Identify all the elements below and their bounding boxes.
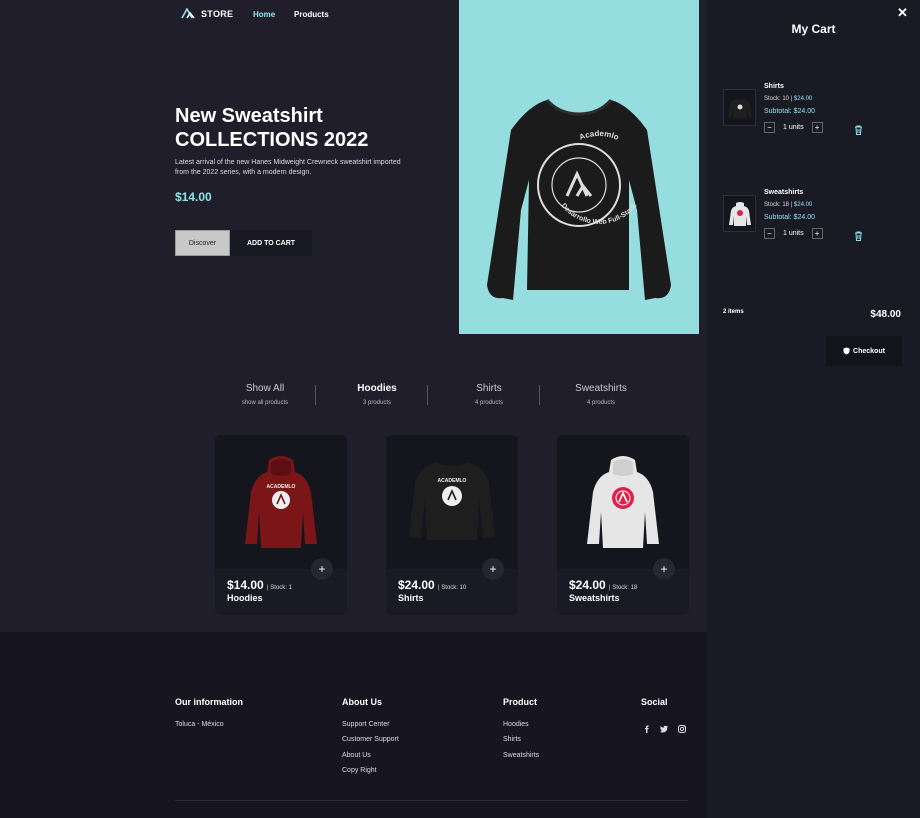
filter-name: Shirts xyxy=(476,383,502,394)
hero-description: Latest arrival of the new Hanes Midweigh… xyxy=(175,159,401,176)
cart-item-stock: Stock: 18 | $24.00 xyxy=(764,202,812,208)
footer-link[interactable]: Copy Right xyxy=(342,767,377,774)
filter-sweatshirts[interactable]: Sweatshirts 4 products xyxy=(545,383,657,406)
quantity-stepper: − 1 units + xyxy=(764,122,823,133)
trash-icon[interactable] xyxy=(854,122,863,135)
nav-home[interactable]: Home xyxy=(253,10,275,19)
cart-item-image xyxy=(723,195,756,232)
cart-total: $48.00 xyxy=(870,309,901,320)
decrement-button[interactable]: − xyxy=(764,228,775,239)
discover-button[interactable]: Discover xyxy=(175,230,230,256)
filter-divider xyxy=(315,385,316,405)
footer: Our information Toluca - México About Us… xyxy=(0,632,707,818)
product-name: Shirts xyxy=(398,593,424,603)
shield-icon xyxy=(843,347,850,355)
product-image: ACADEMLO xyxy=(215,435,347,569)
add-product-button[interactable]: + xyxy=(653,558,675,580)
cart-item-price: $24.00 xyxy=(793,202,813,208)
product-name: Sweatshirts xyxy=(569,593,620,603)
product-price-value: $14.00 xyxy=(227,578,264,592)
filter-name: Hoodies xyxy=(357,383,397,394)
filter-shirts[interactable]: Shirts 4 products xyxy=(433,383,545,406)
product-stock: | Stock: 1 xyxy=(267,585,292,591)
logo-text: STORE xyxy=(201,8,234,19)
hero-title: New Sweatshirt COLLECTIONS 2022 xyxy=(175,104,368,152)
cart-item-subtotal: Subtotal: $24.00 xyxy=(764,214,815,221)
add-product-button[interactable]: + xyxy=(482,558,504,580)
product-price: $24.00 | Stock: 10 xyxy=(398,578,466,592)
filter-divider xyxy=(427,385,428,405)
hero-price: $14.00 xyxy=(175,190,212,204)
cart-item-stock: Stock: 10 | $24.00 xyxy=(764,96,812,102)
increment-button[interactable]: + xyxy=(811,228,823,239)
product-price-value: $24.00 xyxy=(569,578,606,592)
filter-count: 4 products xyxy=(474,400,504,406)
filter-count: 3 products xyxy=(362,400,392,406)
filter-name: Show All xyxy=(245,383,285,394)
footer-location: Toluca - México xyxy=(175,721,224,728)
checkout-button[interactable]: Checkout xyxy=(826,336,902,366)
close-icon[interactable]: ✕ xyxy=(897,5,908,21)
nav-products[interactable]: Products xyxy=(294,10,329,19)
cart-sidebar: ✕ My Cart Shirts Stock: 10 | $24.00 Subt… xyxy=(707,0,920,818)
footer-link[interactable]: Sweatshirts xyxy=(503,752,539,759)
product-price: $14.00 | Stock: 1 xyxy=(227,578,292,592)
product-name: Hoodies xyxy=(227,593,263,603)
facebook-icon[interactable] xyxy=(642,721,652,733)
trash-icon[interactable] xyxy=(854,228,863,241)
product-card-sweatshirts: + $24.00 | Stock: 18 Sweatshirts xyxy=(557,435,689,615)
product-stock: | Stock: 10 xyxy=(438,585,467,591)
cart-item-subtotal: Subtotal: $24.00 xyxy=(764,108,815,115)
checkout-label: Checkout xyxy=(853,347,885,355)
product-stock: | Stock: 18 xyxy=(609,585,638,591)
filter-show-all[interactable]: Show All show all products xyxy=(209,383,321,406)
cart-item-name: Sweatshirts xyxy=(764,189,804,196)
footer-link[interactable]: About Us xyxy=(342,752,371,759)
filter-name: Sweatshirts xyxy=(575,383,627,394)
product-card-hoodies: ACADEMLO + $14.00 | Stock: 1 Hoodies xyxy=(215,435,347,615)
footer-link[interactable]: Support Center xyxy=(342,721,389,728)
add-product-button[interactable]: + xyxy=(311,558,333,580)
cart-item-image xyxy=(723,89,756,126)
footer-link[interactable]: Shirts xyxy=(503,736,521,743)
footer-heading: Our information xyxy=(175,697,243,707)
footer-link[interactable]: Customer Support xyxy=(342,736,399,743)
filter-hoodies[interactable]: Hoodies 3 products xyxy=(321,383,433,406)
quantity-stepper: − 1 units + xyxy=(764,228,823,239)
twitter-icon[interactable] xyxy=(659,721,669,733)
cart-item-stock-value: Stock: 18 | xyxy=(764,202,794,208)
footer-heading: About Us xyxy=(342,697,382,707)
cart-item-count: 2 items xyxy=(723,309,744,315)
product-card-shirts: ACADEMLO + $24.00 | Stock: 10 Shirts xyxy=(386,435,518,615)
instagram-icon[interactable] xyxy=(677,721,687,733)
footer-heading: Social xyxy=(641,697,668,707)
product-print-text: ACADEMLO xyxy=(267,484,296,490)
logo-icon xyxy=(181,8,195,19)
cart-item-units: 1 units xyxy=(783,124,804,131)
hero-title-line2: COLLECTIONS 2022 xyxy=(175,129,369,151)
filter-divider xyxy=(539,385,540,405)
footer-heading: Product xyxy=(503,697,538,707)
product-image: ACADEMLO xyxy=(386,435,518,569)
cart-item-price: $24.00 xyxy=(793,96,813,102)
filter-count: 4 products xyxy=(586,400,616,406)
logo[interactable]: STORE xyxy=(181,8,233,19)
filter-count: show all products xyxy=(241,400,289,406)
cart-item-name: Shirts xyxy=(764,83,784,90)
product-image xyxy=(557,435,689,569)
product-print-text: ACADEMLO xyxy=(438,478,467,484)
hero-image: Academlo Desarrollo Web Full-Stack xyxy=(459,0,699,334)
hero-title-line1: New Sweatshirt xyxy=(175,105,323,127)
cart-item-units: 1 units xyxy=(783,230,804,237)
cart-title: My Cart xyxy=(791,22,836,36)
increment-button[interactable]: + xyxy=(811,122,823,133)
footer-divider xyxy=(175,800,688,801)
decrement-button[interactable]: − xyxy=(764,122,775,133)
product-price-value: $24.00 xyxy=(398,578,435,592)
add-to-cart-button[interactable]: ADD TO CART xyxy=(230,230,312,256)
cart-item-stock-value: Stock: 10 | xyxy=(764,96,794,102)
product-price: $24.00 | Stock: 18 xyxy=(569,578,637,592)
footer-link[interactable]: Hoodies xyxy=(503,721,529,728)
